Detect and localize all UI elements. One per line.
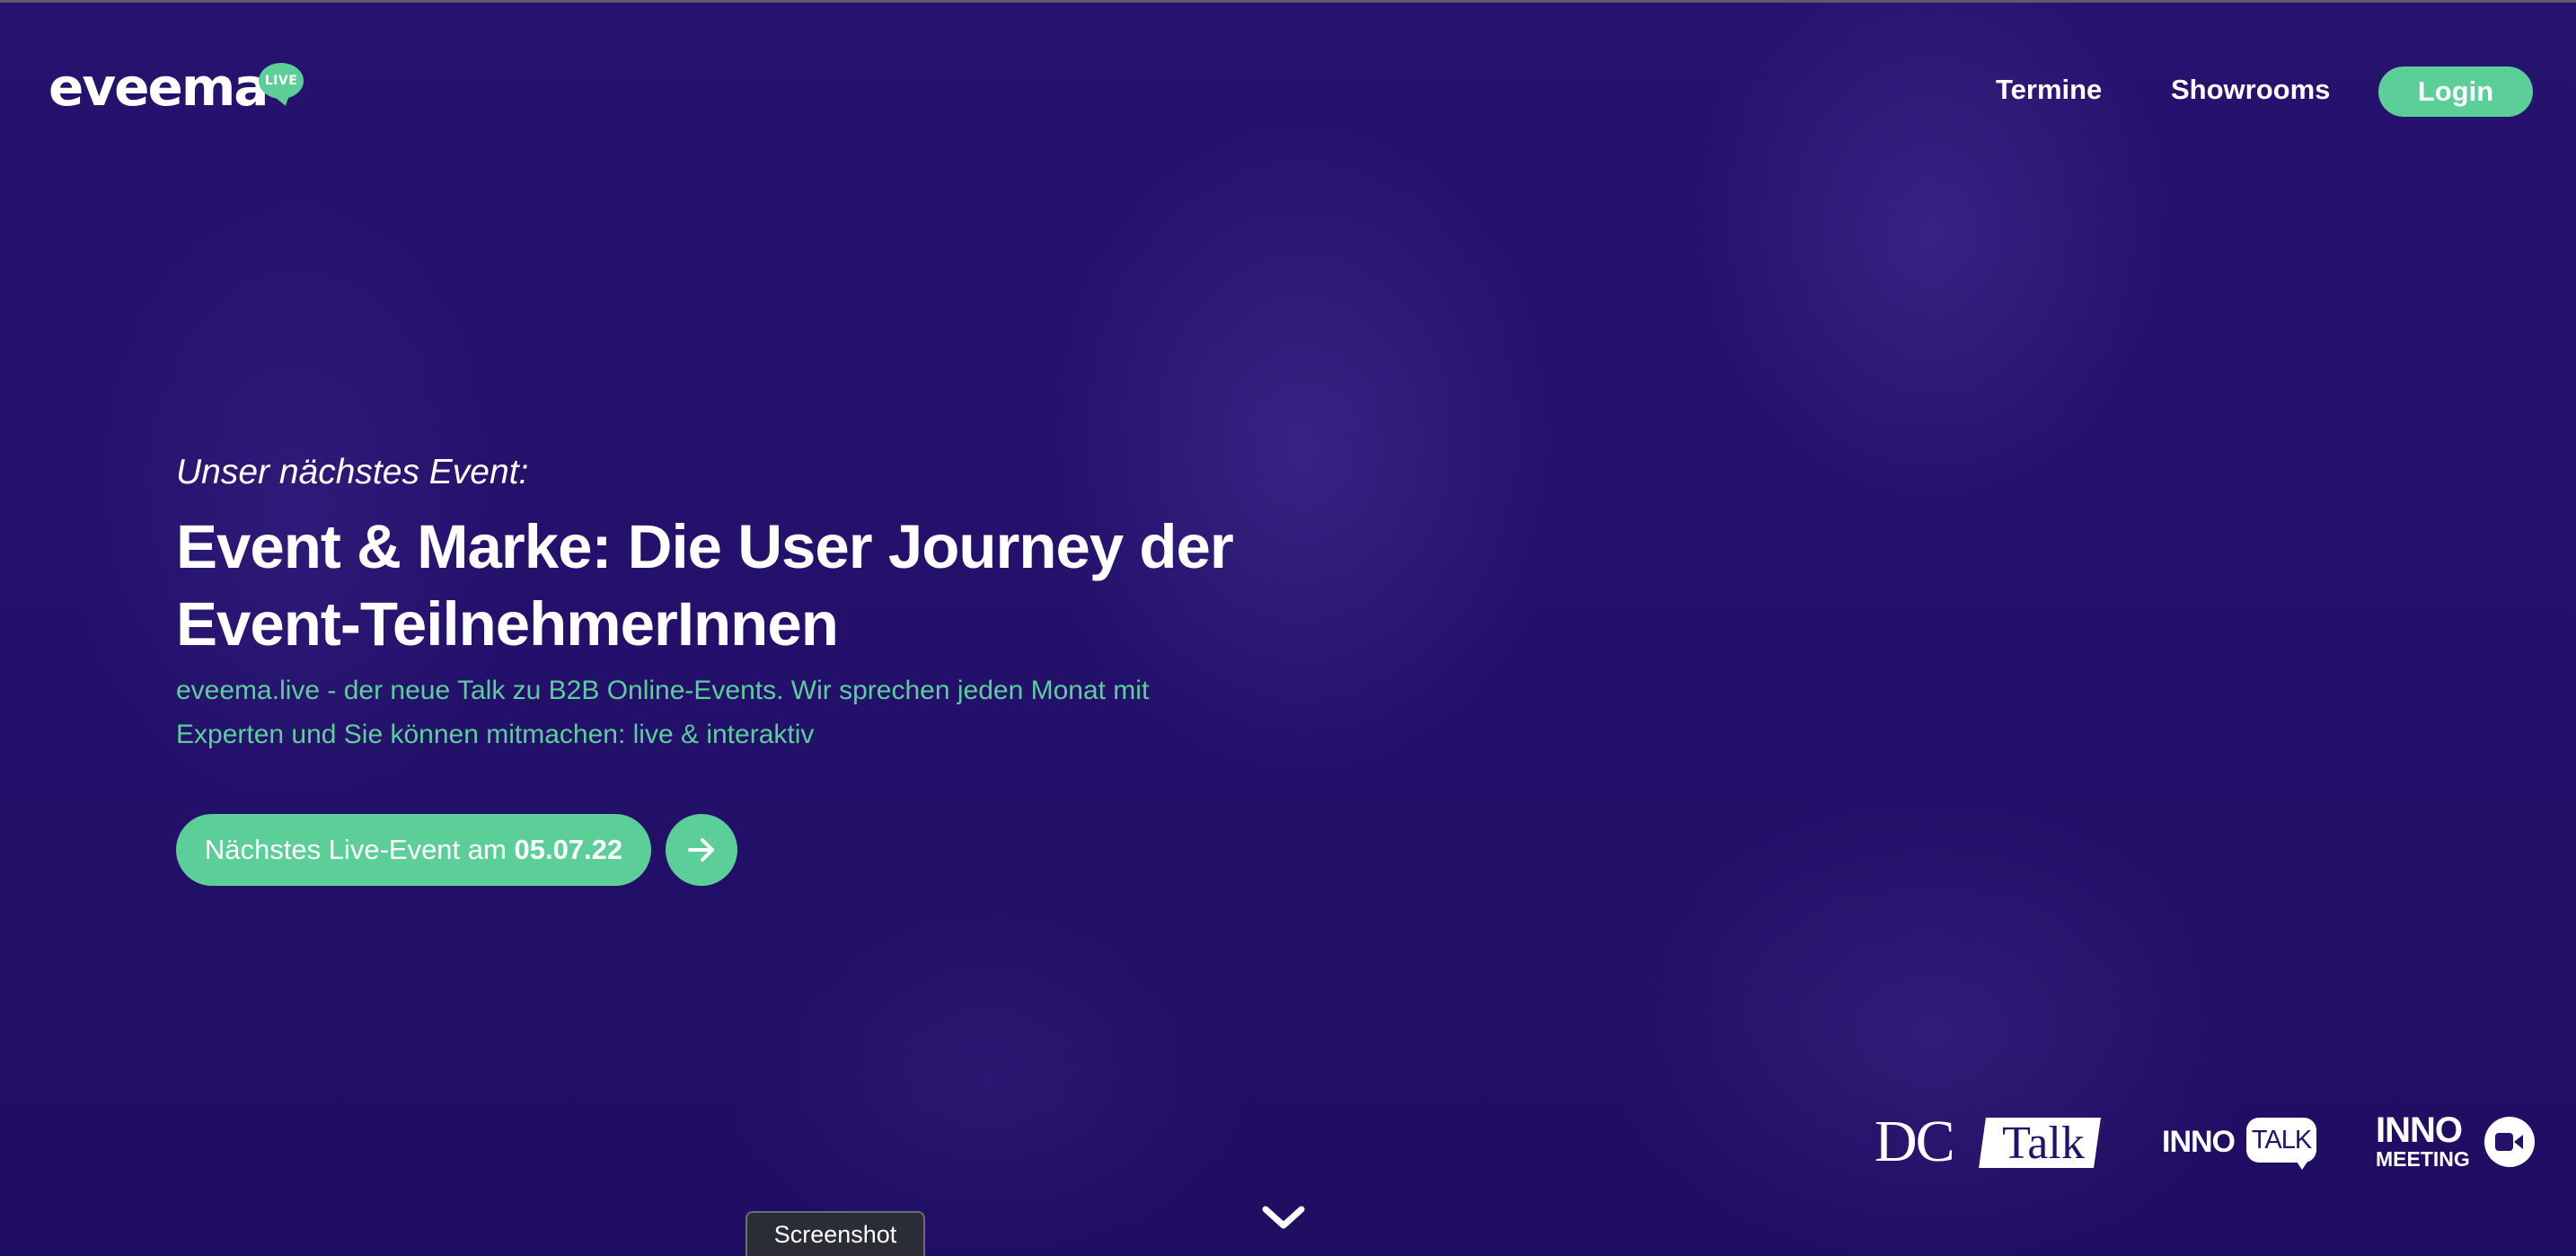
- logo-wordmark: eveema: [49, 57, 269, 118]
- next-event-arrow-button[interactable]: [666, 814, 737, 886]
- inno-talk-logo[interactable]: INNO TALK: [2162, 1116, 2318, 1170]
- nav-showrooms[interactable]: Showrooms: [2171, 66, 2330, 113]
- inno-meeting-logo[interactable]: INNO MEETING: [2376, 1110, 2535, 1172]
- scroll-down-button[interactable]: [1261, 1202, 1306, 1233]
- nav-termine[interactable]: Termine: [1996, 66, 2102, 113]
- cta-label: Nächstes Live-Event am: [204, 834, 507, 865]
- window-top-border: [0, 0, 2576, 3]
- event-description: eveema.live - der neue Talk zu B2B Onlin…: [176, 676, 1150, 749]
- inno-meeting-logo-meeting: MEETING: [2376, 1147, 2470, 1171]
- eveema-logo[interactable]: eveema LIVE: [49, 52, 318, 124]
- logo-live-badge: LIVE: [259, 63, 304, 99]
- next-event-eyebrow: Unser nächstes Event:: [176, 453, 529, 491]
- login-button[interactable]: Login: [2378, 66, 2533, 117]
- dc-talk-logo[interactable]: DC Talk: [1875, 1112, 2104, 1172]
- video-camera-icon: [2484, 1117, 2535, 1167]
- next-live-event-button[interactable]: Nächstes Live-Event am 05.07.22: [176, 814, 651, 886]
- cta-date: 05.07.22: [514, 834, 623, 865]
- arrow-right-icon: [688, 838, 714, 862]
- inno-talk-logo-talk: TALK: [2246, 1118, 2316, 1163]
- dc-talk-logo-dc: DC: [1875, 1109, 1955, 1174]
- dc-talk-logo-talk: Talk: [2002, 1118, 2085, 1169]
- inno-meeting-logo-inno: INNO: [2376, 1110, 2463, 1150]
- inno-talk-logo-inno: INNO: [2162, 1125, 2236, 1159]
- screenshot-tooltip: Screenshot: [745, 1211, 925, 1256]
- chevron-down-icon: [1262, 1206, 1305, 1229]
- event-headline: Event & Marke: Die User Journey der Even…: [176, 512, 1234, 659]
